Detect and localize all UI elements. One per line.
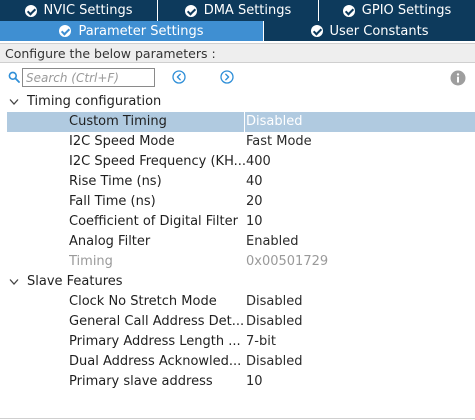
tab-gpio-settings[interactable]: GPIO Settings	[319, 0, 475, 21]
param-row-general-call-address[interactable]: General Call Address Det... Disabled	[7, 312, 475, 332]
tab-bar-top: NVIC Settings DMA Settings GPIO Settings	[0, 0, 475, 21]
tab-dma-settings[interactable]: DMA Settings	[158, 0, 319, 21]
param-value[interactable]: 7-bit	[246, 332, 471, 352]
param-value: 0x00501729	[246, 254, 329, 269]
tab-parameter-settings[interactable]: Parameter Settings	[0, 21, 264, 41]
param-row-custom-timing[interactable]: Custom Timing Disabled	[7, 112, 475, 132]
param-row-fall-time[interactable]: Fall Time (ns) 20	[7, 192, 475, 212]
group-label: Timing configuration	[27, 94, 162, 109]
tab-label: GPIO Settings	[361, 3, 452, 18]
tab-nvic-settings[interactable]: NVIC Settings	[0, 0, 158, 21]
tab-label: DMA Settings	[203, 3, 292, 18]
tab-label: Parameter Settings	[78, 23, 204, 39]
param-name: Timing	[69, 254, 113, 269]
param-value[interactable]: 10	[246, 372, 471, 392]
param-row-primary-slave-address[interactable]: Primary slave address 10	[7, 372, 475, 392]
param-value[interactable]: Disabled	[246, 312, 471, 332]
param-value[interactable]: Fast Mode	[246, 132, 471, 152]
configure-label: Configure the below parameters :	[0, 43, 475, 63]
param-value[interactable]: 10	[246, 212, 471, 232]
param-name: I2C Speed Mode	[69, 134, 175, 149]
param-row-clock-no-stretch-mode[interactable]: Clock No Stretch Mode Disabled	[7, 292, 475, 312]
check-circle-icon	[342, 4, 355, 17]
group-slave-features[interactable]: Slave Features	[0, 272, 475, 292]
param-name: Coefficient of Digital Filter	[69, 214, 238, 229]
param-name: Dual Address Acknowled...	[69, 354, 242, 369]
tab-user-constants[interactable]: User Constants	[264, 21, 475, 41]
info-icon[interactable]	[450, 70, 466, 86]
param-name: I2C Speed Frequency (KH...	[69, 154, 245, 169]
param-name: General Call Address Det...	[69, 314, 245, 329]
group-timing-configuration[interactable]: Timing configuration	[0, 92, 475, 112]
param-name: Clock No Stretch Mode	[69, 294, 217, 309]
chevron-down-icon[interactable]	[9, 98, 19, 106]
param-name: Primary slave address	[69, 374, 213, 389]
param-value[interactable]: 40	[246, 172, 471, 192]
column-separator	[244, 112, 245, 132]
check-circle-icon	[59, 25, 72, 37]
previous-match-icon[interactable]	[172, 70, 186, 84]
chevron-down-icon[interactable]	[9, 278, 19, 286]
param-row-timing: Timing 0x00501729	[7, 252, 475, 272]
param-row-coefficient-digital-filter[interactable]: Coefficient of Digital Filter 10	[7, 212, 475, 232]
bottom-divider	[0, 418, 475, 419]
search-input[interactable]	[22, 68, 155, 87]
param-value[interactable]: Disabled	[246, 352, 471, 372]
tab-label: NVIC Settings	[43, 3, 133, 18]
param-value[interactable]: Disabled	[246, 112, 471, 132]
group-label: Slave Features	[27, 274, 123, 289]
search-icon	[8, 71, 20, 83]
next-match-icon[interactable]	[220, 70, 234, 84]
check-circle-icon	[24, 4, 37, 17]
param-row-analog-filter[interactable]: Analog Filter Enabled	[7, 232, 475, 252]
param-row-i2c-speed-mode[interactable]: I2C Speed Mode Fast Mode	[7, 132, 475, 152]
param-row-i2c-speed-frequency[interactable]: I2C Speed Frequency (KH... 400	[7, 152, 475, 172]
param-value[interactable]: 20	[246, 192, 471, 212]
check-circle-icon	[310, 25, 323, 37]
param-name: Rise Time (ns)	[69, 174, 162, 189]
param-row-rise-time[interactable]: Rise Time (ns) 40	[7, 172, 475, 192]
tab-bar-second: Parameter Settings User Constants	[0, 21, 475, 41]
param-name: Custom Timing	[69, 114, 167, 129]
param-row-dual-address-acknowledged[interactable]: Dual Address Acknowled... Disabled	[7, 352, 475, 372]
param-name: Primary Address Length ...	[69, 334, 241, 349]
param-value[interactable]: 400	[246, 152, 471, 172]
param-value[interactable]: Enabled	[246, 232, 471, 252]
param-name: Analog Filter	[69, 234, 151, 249]
param-value[interactable]: Disabled	[246, 292, 471, 312]
tab-label: User Constants	[329, 23, 429, 39]
param-row-primary-address-length[interactable]: Primary Address Length ... 7-bit	[7, 332, 475, 352]
param-name: Fall Time (ns)	[69, 194, 156, 209]
check-circle-icon	[184, 4, 197, 17]
